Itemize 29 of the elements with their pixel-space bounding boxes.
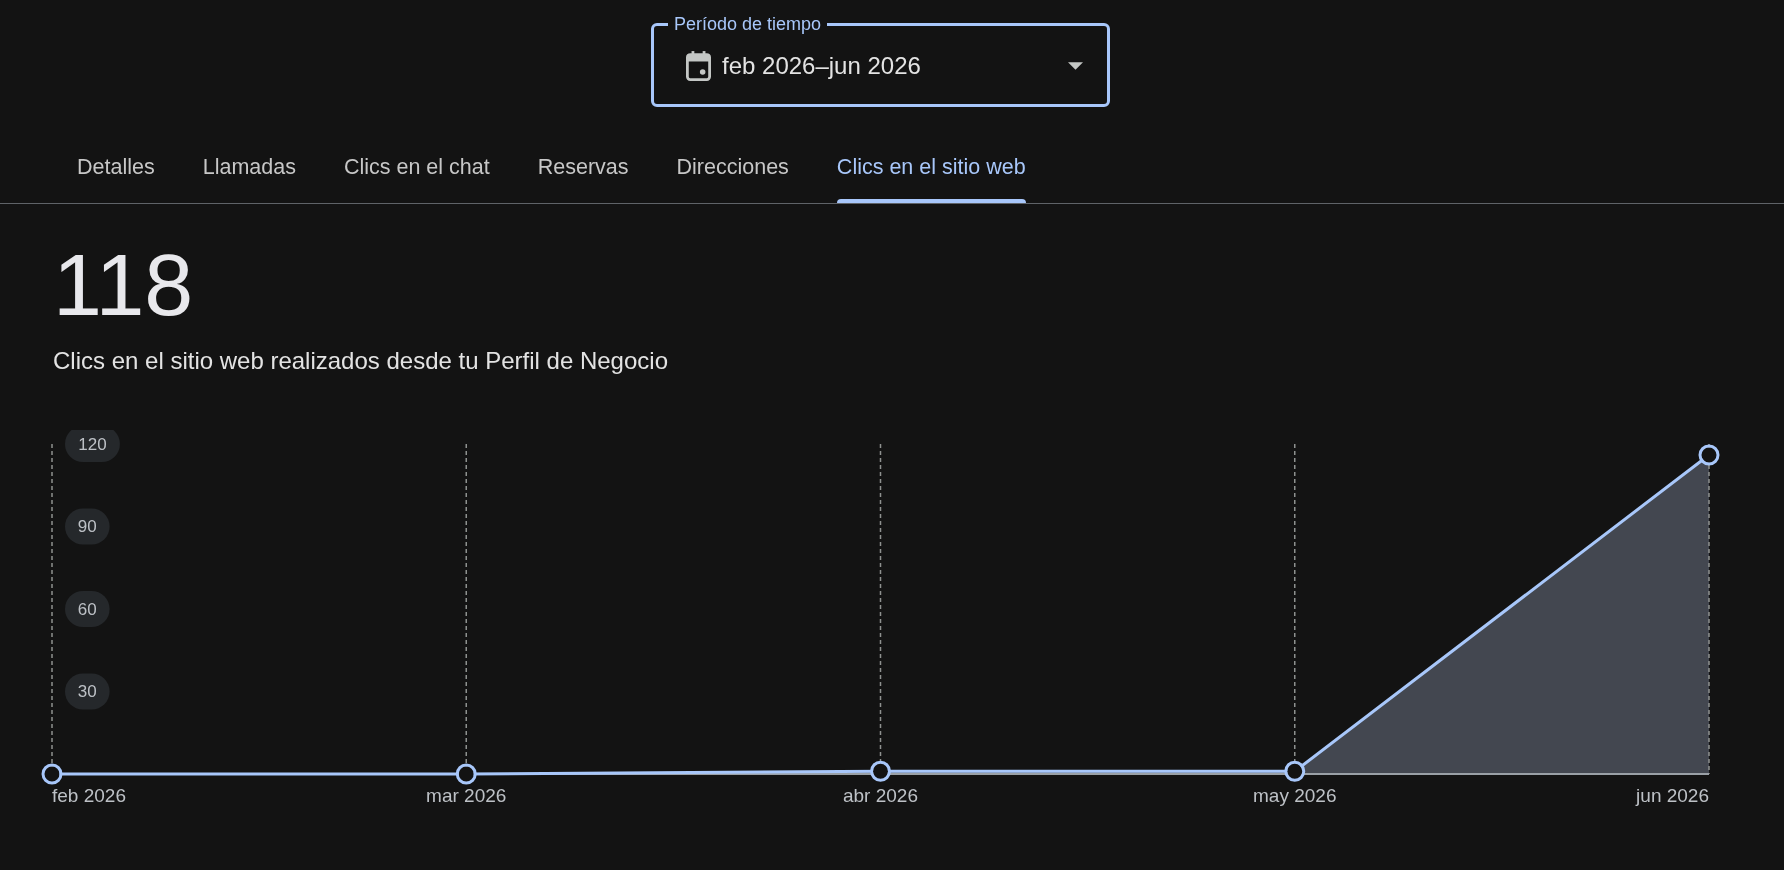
x-axis-label: feb 2026 [52, 784, 126, 806]
data-point [1698, 444, 1720, 466]
x-axis-label: jun 2026 [1636, 784, 1709, 806]
y-axis-label: 90 [65, 508, 110, 545]
y-tick-label: 120 [78, 434, 107, 454]
tab[interactable]: Clics en el chat [319, 131, 514, 203]
caret-icon [1068, 62, 1083, 70]
data-point [1284, 760, 1306, 782]
y-axis-label: 60 [65, 591, 110, 627]
tab[interactable]: Reservas [513, 131, 653, 203]
tab[interactable]: Detalles [53, 131, 179, 203]
tab[interactable]: Llamadas [178, 131, 320, 203]
x-axis-label: abr 2026 [843, 784, 918, 806]
y-tick-label: 90 [77, 517, 97, 537]
data-point [455, 763, 477, 785]
x-axis-label: may 2026 [1253, 784, 1337, 806]
y-axis-label: 120 [65, 430, 120, 462]
tab[interactable]: Clics en el sitio web [812, 131, 1050, 203]
calendar-icon [686, 51, 711, 81]
data-point [870, 760, 891, 782]
x-axis-label: mar 2026 [426, 784, 507, 806]
date-range-dropdown[interactable]: Período de tiempo feb 2026–jun 2026 [651, 15, 1110, 107]
data-point [41, 763, 63, 785]
y-tick-label: 60 [77, 599, 97, 619]
y-tick-label: 30 [77, 682, 97, 702]
metric-value: 118 [53, 241, 194, 329]
metric-description: Clics en el sitio web realizados desde tu Perfil de Negocio [53, 347, 668, 375]
tab[interactable]: Direcciones [652, 131, 813, 203]
y-axis-label: 30 [65, 673, 110, 710]
